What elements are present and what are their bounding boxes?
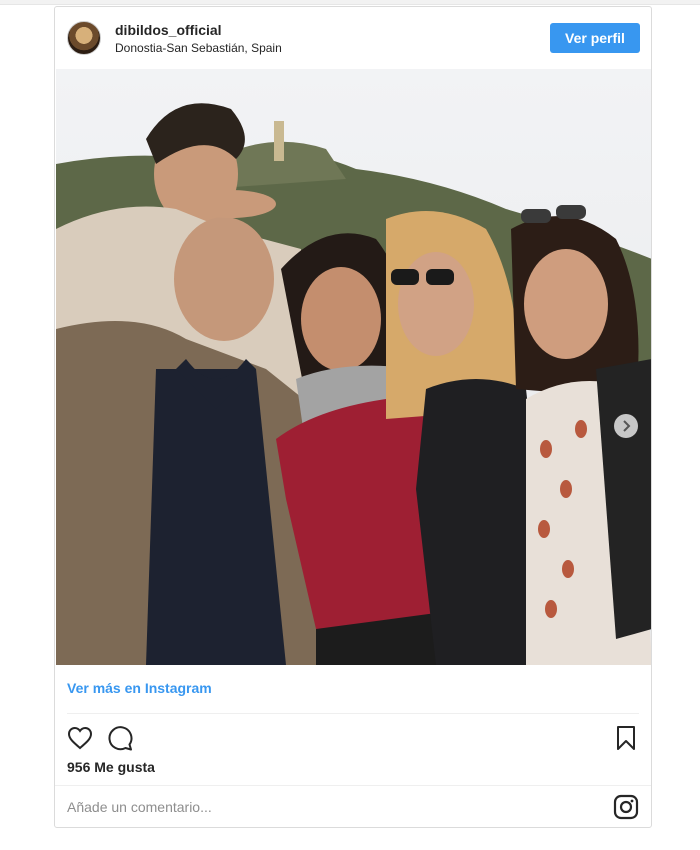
view-more-on-instagram-link[interactable]: Ver más en Instagram <box>67 680 212 696</box>
instagram-logo-button[interactable] <box>613 794 639 820</box>
like-button[interactable] <box>65 723 95 753</box>
group-photo-illustration <box>56 69 651 665</box>
post-header: dibildos_official Donostia-San Sebastián… <box>55 7 651 69</box>
comment-icon <box>108 726 133 751</box>
page-top-bar <box>0 0 700 5</box>
username[interactable]: dibildos_official <box>115 22 222 38</box>
save-button[interactable] <box>611 723 641 753</box>
heart-icon <box>67 726 93 750</box>
likes-count[interactable]: 956 Me gusta <box>67 759 155 775</box>
bookmark-icon <box>617 726 635 750</box>
view-profile-button[interactable]: Ver perfil <box>550 23 640 53</box>
avatar[interactable] <box>67 21 101 55</box>
location[interactable]: Donostia-San Sebastián, Spain <box>115 41 282 55</box>
post-photo[interactable] <box>56 69 651 665</box>
post-actions <box>55 719 651 759</box>
instagram-embed-card: dibildos_official Donostia-San Sebastián… <box>54 6 652 828</box>
divider <box>67 713 639 714</box>
divider <box>55 785 651 786</box>
comment-input[interactable] <box>67 793 587 821</box>
comment-button[interactable] <box>105 723 135 753</box>
next-photo-button[interactable] <box>614 414 638 438</box>
instagram-logo-icon <box>613 794 639 820</box>
chevron-right-icon <box>623 420 631 432</box>
